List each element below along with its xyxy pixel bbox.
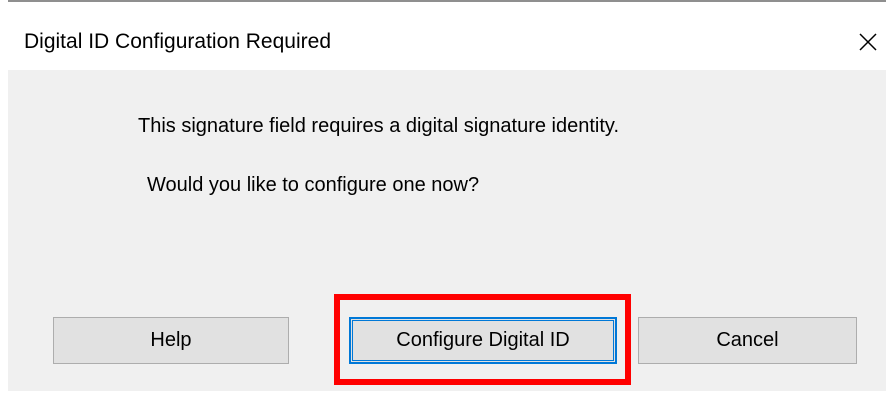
message-line-1: This signature field requires a digital … <box>138 115 619 137</box>
help-button-label: Help <box>150 329 192 351</box>
cancel-button[interactable]: Cancel <box>638 317 857 364</box>
dialog-window: Digital ID Configuration Required This s… <box>0 0 886 393</box>
configure-digital-id-button-label: Configure Digital ID <box>396 329 570 351</box>
configure-digital-id-button[interactable]: Configure Digital ID <box>349 317 617 364</box>
window-title: Digital ID Configuration Required <box>24 30 331 53</box>
close-button[interactable] <box>850 24 886 60</box>
title-bar[interactable]: Digital ID Configuration Required <box>8 2 886 70</box>
help-button[interactable]: Help <box>53 317 289 364</box>
message-line-2: Would you like to configure one now? <box>147 174 480 196</box>
cancel-button-label: Cancel <box>716 329 779 351</box>
close-icon <box>859 33 877 51</box>
dialog-body: This signature field requires a digital … <box>8 70 886 391</box>
